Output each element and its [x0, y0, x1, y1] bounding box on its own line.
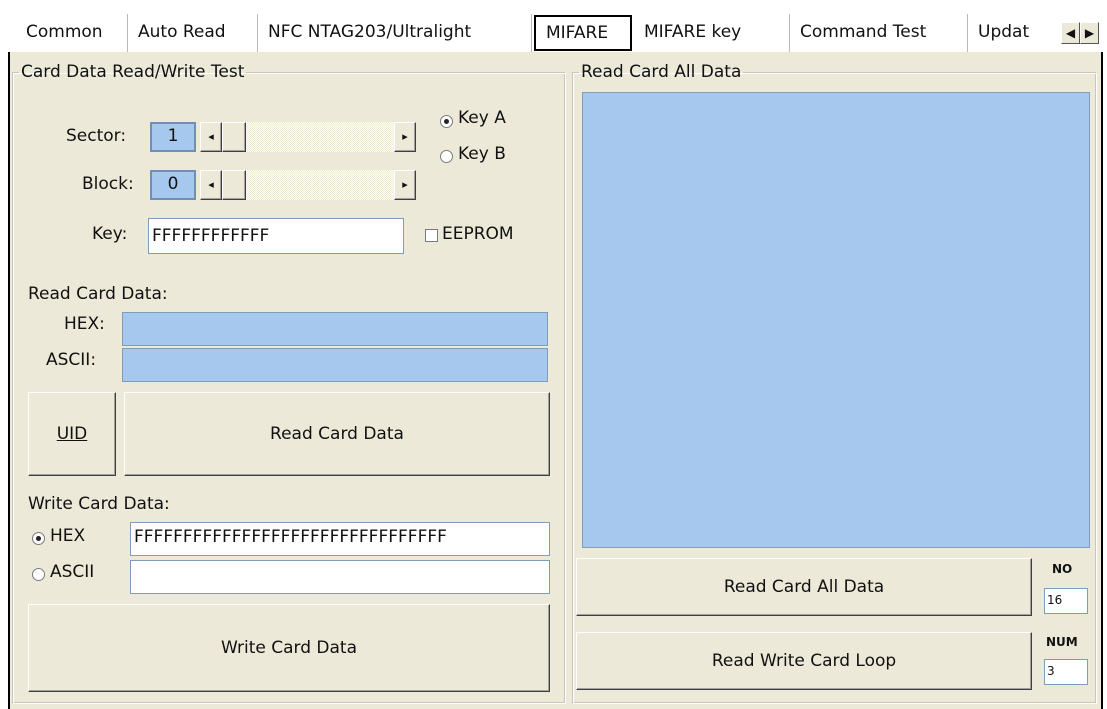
group-title: Read Card All Data: [581, 62, 742, 82]
sector-scrollbar[interactable]: ◂ ▸: [200, 122, 416, 152]
tab-common[interactable]: Common: [16, 14, 128, 52]
write-ascii-radio[interactable]: [32, 568, 45, 581]
num-input[interactable]: 3: [1044, 659, 1088, 685]
scroll-thumb[interactable]: [222, 170, 246, 200]
tab-mifare[interactable]: MIFARE: [534, 15, 632, 51]
tab-mifare-key[interactable]: MIFARE key: [634, 14, 790, 52]
tab-update[interactable]: Updat: [968, 14, 1054, 52]
write-card-data-label: Write Card Data:: [28, 494, 170, 514]
key-label: Key:: [92, 224, 128, 244]
write-hex-radio[interactable]: [32, 532, 45, 545]
block-label: Block:: [82, 174, 134, 194]
read-card-all-data-button[interactable]: Read Card All Data: [576, 558, 1032, 616]
chevron-left-icon[interactable]: ◂: [200, 122, 222, 152]
write-hex-label: HEX: [50, 526, 86, 546]
no-label: NO: [1052, 562, 1073, 576]
tab-nfc-ntag203[interactable]: NFC NTAG203/Ultralight: [258, 14, 532, 52]
read-ascii-field[interactable]: [122, 348, 548, 382]
tab-bar: Common Auto Read NFC NTAG203/Ultralight …: [0, 0, 1107, 52]
block-scrollbar[interactable]: ◂ ▸: [200, 170, 416, 200]
chevron-left-icon[interactable]: ◂: [200, 170, 222, 200]
no-input[interactable]: 16: [1044, 588, 1088, 614]
chevron-right-icon[interactable]: ▸: [394, 122, 416, 152]
scroll-thumb[interactable]: [222, 122, 246, 152]
group-title: Card Data Read/Write Test: [21, 62, 245, 82]
eeprom-label: EEPROM: [442, 224, 514, 244]
key-a-label: Key A: [458, 108, 506, 128]
sector-label: Sector:: [66, 126, 127, 146]
tab-scroll-right-icon[interactable]: ▶: [1080, 22, 1099, 44]
read-card-data-button[interactable]: Read Card Data: [124, 392, 550, 476]
chevron-right-icon[interactable]: ▸: [394, 170, 416, 200]
uid-button-label: UID: [56, 424, 88, 444]
eeprom-checkbox[interactable]: [425, 229, 438, 242]
write-ascii-label: ASCII: [50, 562, 95, 582]
tab-command-test[interactable]: Command Test: [790, 14, 968, 52]
sector-value: 1: [150, 122, 196, 152]
uid-button[interactable]: UID: [28, 392, 116, 476]
hex-label: HEX:: [64, 314, 105, 334]
read-hex-field[interactable]: [122, 312, 548, 346]
write-ascii-input[interactable]: [130, 560, 550, 594]
tab-scroll-left-icon[interactable]: ◀: [1061, 22, 1080, 44]
key-a-radio[interactable]: [440, 115, 453, 128]
num-label: NUM: [1046, 635, 1078, 649]
key-b-label: Key B: [458, 144, 506, 164]
read-all-data-output[interactable]: [582, 92, 1090, 548]
block-value: 0: [150, 170, 196, 200]
ascii-label: ASCII:: [46, 350, 97, 370]
write-hex-input[interactable]: FFFFFFFFFFFFFFFFFFFFFFFFFFFFFFFF: [130, 522, 550, 556]
key-input[interactable]: FFFFFFFFFFFF: [148, 218, 404, 254]
tab-auto-read[interactable]: Auto Read: [128, 14, 258, 52]
tab-content-panel: Card Data Read/Write Test Sector: 1 ◂ ▸ …: [8, 52, 1103, 709]
read-card-data-label: Read Card Data:: [28, 284, 168, 304]
read-write-card-loop-button[interactable]: Read Write Card Loop: [576, 632, 1032, 690]
key-b-radio[interactable]: [440, 150, 453, 163]
write-card-data-button[interactable]: Write Card Data: [28, 604, 550, 692]
